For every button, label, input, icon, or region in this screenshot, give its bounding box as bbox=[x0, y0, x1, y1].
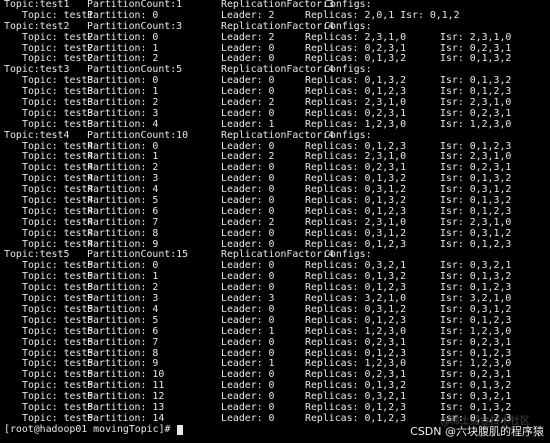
row-partition: Partition: 7 bbox=[87, 336, 159, 348]
row-leader: Leader: 0 bbox=[221, 227, 275, 239]
watermark: CSDN @六块腹肌的程序猿 bbox=[410, 425, 544, 438]
terminal-window[interactable]: Topic:test1 PartitionCount:1 ReplicationFa… bbox=[0, 0, 550, 443]
partition-row: Topic: test5 Partition: 7 Leader: 0 Replica… bbox=[0, 336, 550, 349]
text-cursor bbox=[177, 424, 184, 435]
partition-row: Topic: test4 Partition: 8 Leader: 0 Replica… bbox=[0, 227, 550, 240]
row-replicas: Replicas: 1,2,3,0 bbox=[305, 325, 407, 337]
row-isr: Isr: 1,2,3,0 bbox=[440, 325, 512, 337]
topic-header-line: Topic:test4 PartitionCount:10 ReplicationF… bbox=[0, 129, 550, 142]
row-isr: Isr: 0,3,1,2 bbox=[440, 227, 512, 239]
configs: Configs: bbox=[324, 129, 372, 141]
row-topic: Topic: test5 bbox=[22, 336, 94, 348]
row-isr: Isr: 0,1,2,3 bbox=[440, 238, 512, 250]
row-isr: Isr: 2,3,1,0 bbox=[440, 31, 512, 43]
partition-count: PartitionCount:10 bbox=[87, 129, 189, 141]
row-partition: Partition: 0 bbox=[87, 31, 159, 43]
row-replicas: Replicas: 0,3,1,2 bbox=[305, 227, 407, 239]
row-leader: Leader: 0 bbox=[221, 412, 275, 424]
row-partition: Partition: 8 bbox=[87, 227, 159, 239]
replication-factor: ReplicationFactor:4 bbox=[221, 129, 334, 141]
row-topic: Topic: test2 bbox=[22, 31, 94, 43]
row-replicas: Replicas: 0,1,2,3 bbox=[305, 412, 407, 424]
row-isr: Isr: 0,2,3,1 bbox=[440, 336, 512, 348]
row-isr: Isr: 1,2,3,0 bbox=[440, 118, 512, 130]
row-replicas: Replicas: 0,2,3,1 bbox=[305, 336, 407, 348]
row-partition: Partition: 6 bbox=[87, 325, 159, 337]
row-isr: Isr: 0,1,3,2 bbox=[440, 53, 512, 65]
partition-row: Topic: test2 Partition: 0 Leader: 2 Replica… bbox=[0, 31, 550, 44]
row-leader: Leader: 2 bbox=[221, 31, 275, 43]
topic-name: Topic:test4 bbox=[4, 129, 70, 141]
row-leader: Leader: 0 bbox=[221, 336, 275, 348]
row-topic: Topic: test5 bbox=[22, 325, 94, 337]
row-topic: Topic: test4 bbox=[22, 227, 94, 239]
shell-prompt: [root@hadoop01 movingTopic]# bbox=[4, 424, 184, 436]
row-leader: Leader: 1 bbox=[221, 325, 275, 337]
partition-row: Topic: test5 Partition: 6 Leader: 1 Replica… bbox=[0, 325, 550, 338]
row-replicas: Replicas: 2,3,1,0 bbox=[305, 31, 407, 43]
